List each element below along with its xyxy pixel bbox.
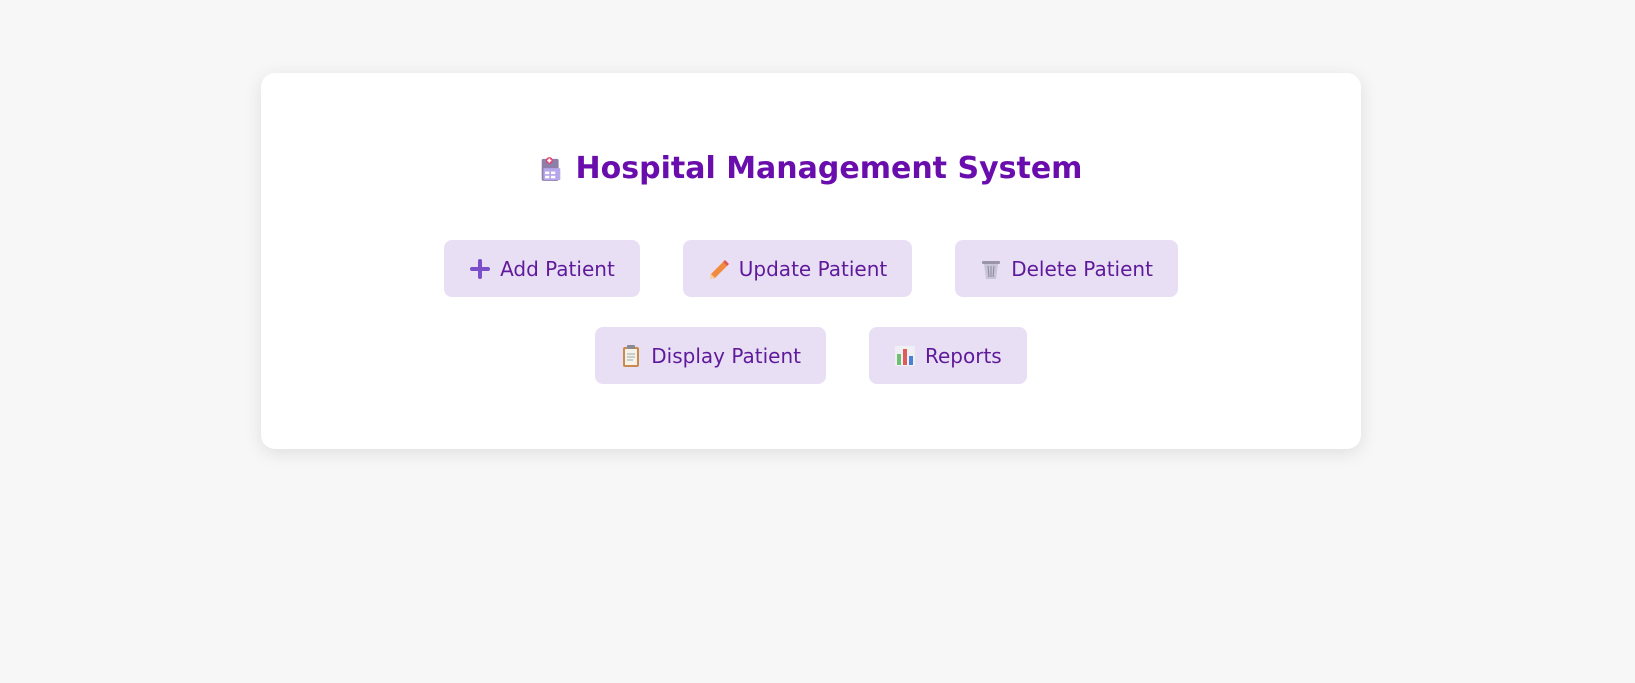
clipboard-icon bbox=[620, 344, 642, 368]
hospital-icon bbox=[540, 156, 562, 181]
display-patient-label: Display Patient bbox=[651, 343, 801, 368]
plus-icon bbox=[469, 257, 491, 281]
update-patient-button[interactable]: Update Patient bbox=[682, 240, 913, 297]
page-title: Hospital Management System bbox=[261, 151, 1361, 186]
add-patient-button[interactable]: Add Patient bbox=[444, 240, 640, 297]
delete-patient-label: Delete Patient bbox=[1011, 256, 1153, 281]
bar-chart-icon bbox=[894, 344, 916, 368]
delete-patient-button[interactable]: Delete Patient bbox=[955, 240, 1178, 297]
reports-button[interactable]: Reports bbox=[869, 327, 1027, 384]
add-patient-label: Add Patient bbox=[500, 256, 615, 281]
wastebasket-icon bbox=[980, 257, 1002, 281]
update-patient-label: Update Patient bbox=[738, 256, 888, 281]
button-row-primary: Add Patient Update Patient Delete Patien… bbox=[261, 240, 1361, 297]
pencil-icon bbox=[708, 257, 730, 281]
reports-label: Reports bbox=[925, 343, 1002, 368]
button-row-secondary: Display Patient Reports bbox=[261, 327, 1361, 384]
display-patient-button[interactable]: Display Patient bbox=[595, 327, 826, 384]
main-card: Hospital Management System Add Patient U… bbox=[261, 73, 1361, 449]
page-title-text: Hospital Management System bbox=[575, 151, 1083, 186]
